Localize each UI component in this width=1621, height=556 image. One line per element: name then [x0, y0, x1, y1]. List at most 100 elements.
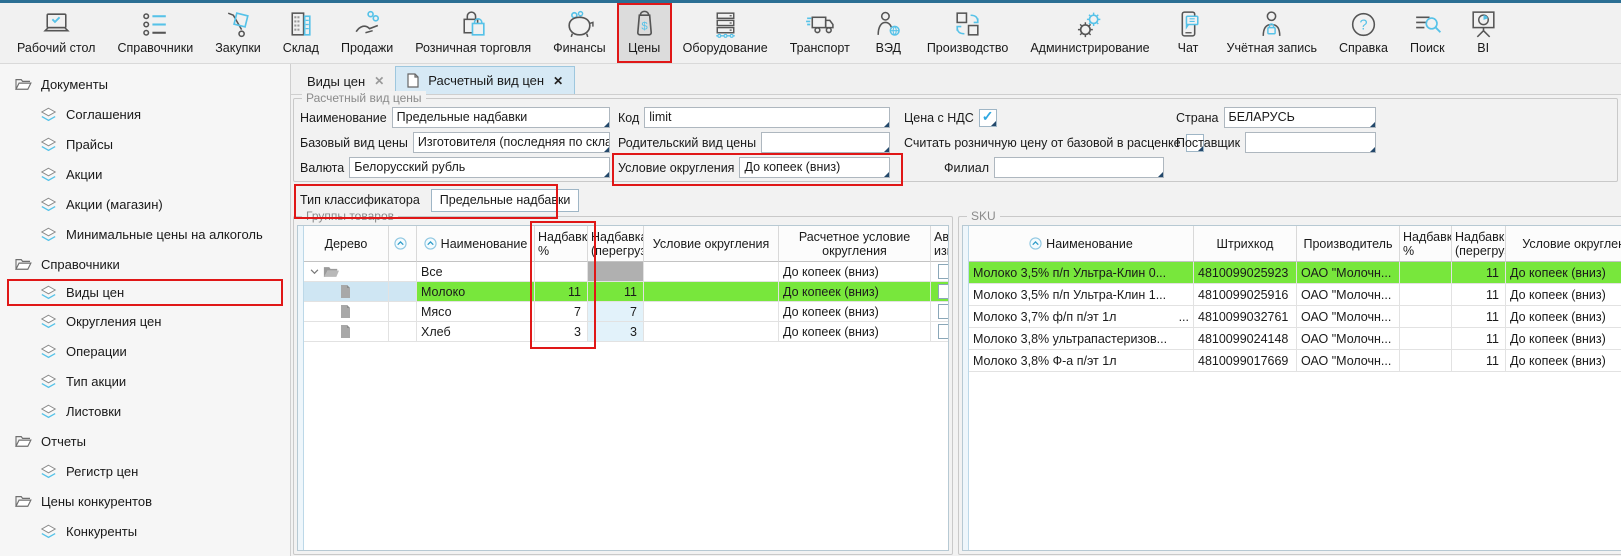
sidebar-item-3[interactable]: Акции: [0, 159, 290, 189]
auto-change-cell[interactable]: [931, 302, 948, 322]
tab-1[interactable]: Расчетный вид цен✕: [395, 66, 575, 94]
group-name-cell[interactable]: Молоко: [417, 282, 535, 302]
rounding-cell[interactable]: [644, 262, 779, 282]
rounding-input[interactable]: До копеек (вниз): [739, 157, 890, 178]
sku-markup-overload-cell[interactable]: 11: [1452, 350, 1506, 372]
toolbar-item-desktop[interactable]: Рабочий стол: [6, 3, 106, 63]
sku-barcode-cell[interactable]: 4810099017669: [1194, 350, 1297, 372]
sku-name-cell[interactable]: Молоко 3,8% ультрапастеризов...: [969, 328, 1194, 350]
sidebar-item-5[interactable]: Минимальные цены на алкоголь: [0, 219, 290, 249]
groups-column-header[interactable]: Условие округления: [644, 226, 779, 262]
sku-column-header[interactable]: Производитель: [1297, 226, 1400, 262]
auto-change-cell[interactable]: [931, 282, 948, 302]
toolbar-item-ved[interactable]: ВЭД: [861, 3, 916, 63]
tree-cell[interactable]: [304, 282, 389, 302]
classifier-value[interactable]: Предельные надбавки: [431, 189, 580, 212]
toolbar-item-account[interactable]: Учётная запись: [1216, 3, 1328, 63]
sidebar-item-6[interactable]: Справочники: [0, 249, 290, 279]
sku-markup-pct-cell[interactable]: [1400, 328, 1452, 350]
sku-markup-pct-cell[interactable]: [1400, 262, 1452, 284]
auto-change-cell[interactable]: [931, 322, 948, 342]
sku-column-header[interactable]: Наименование: [969, 226, 1194, 262]
toolbar-item-directories[interactable]: Справочники: [106, 3, 204, 63]
tree-cell[interactable]: [304, 322, 389, 342]
groups-column-header[interactable]: Надбавка %: [535, 226, 588, 262]
groups-column-header[interactable]: Авто изм: [931, 226, 948, 262]
supplier-input[interactable]: [1245, 132, 1376, 153]
markup-pct-cell[interactable]: [535, 262, 588, 282]
sku-markup-overload-cell[interactable]: 11: [1452, 284, 1506, 306]
close-icon[interactable]: ✕: [374, 74, 384, 88]
group-name-cell[interactable]: Хлеб: [417, 322, 535, 342]
toolbar-item-administration[interactable]: Администрирование: [1019, 3, 1160, 63]
code-input[interactable]: limit: [644, 107, 890, 128]
branch-input[interactable]: [994, 157, 1164, 178]
markup-overload-cell[interactable]: 11: [588, 282, 644, 302]
rounding-cell[interactable]: [644, 302, 779, 322]
toolbar-item-help[interactable]: ?Справка: [1328, 3, 1399, 63]
vat-checkbox[interactable]: [979, 109, 997, 127]
sidebar-item-13[interactable]: Регистр цен: [0, 456, 290, 486]
toolbar-item-retail[interactable]: Розничная торговля: [404, 3, 542, 63]
tree-cell[interactable]: [304, 262, 389, 282]
sku-producer-cell[interactable]: ОАО "Молочн...: [1297, 262, 1400, 284]
sidebar-item-8[interactable]: Округления цен: [0, 306, 290, 336]
auto-change-cell[interactable]: [931, 262, 948, 282]
close-icon[interactable]: ✕: [553, 74, 563, 88]
sidebar-item-7[interactable]: Виды цен: [7, 279, 283, 306]
sku-barcode-cell[interactable]: 4810099032761: [1194, 306, 1297, 328]
sidebar-item-9[interactable]: Операции: [0, 336, 290, 366]
sidebar-item-11[interactable]: Листовки: [0, 396, 290, 426]
rounding-cell[interactable]: [644, 322, 779, 342]
sku-column-header[interactable]: Надбавка, (перегруз: [1452, 226, 1506, 262]
groups-column-header[interactable]: Наименование: [417, 226, 535, 262]
sku-name-cell[interactable]: Молоко 3,8% Ф-а п/эт 1л: [969, 350, 1194, 372]
sku-producer-cell[interactable]: ОАО "Молочн...: [1297, 284, 1400, 306]
sidebar-item-0[interactable]: Документы: [0, 69, 290, 99]
toolbar-item-transport[interactable]: Транспорт: [779, 3, 861, 63]
sidebar-item-2[interactable]: Прайсы: [0, 129, 290, 159]
sku-markup-overload-cell[interactable]: 11: [1452, 262, 1506, 284]
group-name-cell[interactable]: Мясо: [417, 302, 535, 322]
sku-name-cell[interactable]: Молоко 3,5% п/п Ультра-Клин 1...: [969, 284, 1194, 306]
toolbar-item-search[interactable]: Поиск: [1399, 3, 1456, 63]
toolbar-item-production[interactable]: Производство: [916, 3, 1020, 63]
sku-producer-cell[interactable]: ОАО "Молочн...: [1297, 328, 1400, 350]
sku-rounding-cell[interactable]: До копеек (вниз): [1506, 328, 1621, 350]
calc-rounding-cell[interactable]: До копеек (вниз): [779, 262, 931, 282]
markup-pct-cell[interactable]: 3: [535, 322, 588, 342]
sku-markup-pct-cell[interactable]: [1400, 284, 1452, 306]
rounding-cell[interactable]: [644, 282, 779, 302]
toolbar-item-prices[interactable]: $Цены: [617, 3, 672, 63]
sidebar-item-1[interactable]: Соглашения: [0, 99, 290, 129]
sku-markup-pct-cell[interactable]: [1400, 306, 1452, 328]
toolbar-item-chat[interactable]: Чат: [1161, 3, 1216, 63]
auto-change-checkbox[interactable]: [938, 284, 948, 299]
calc-rounding-cell[interactable]: До копеек (вниз): [779, 302, 931, 322]
sku-barcode-cell[interactable]: 4810099024148: [1194, 328, 1297, 350]
markup-pct-cell[interactable]: 7: [535, 302, 588, 322]
sku-barcode-cell[interactable]: 4810099025916: [1194, 284, 1297, 306]
sku-producer-cell[interactable]: ОАО "Молочн...: [1297, 350, 1400, 372]
sku-rounding-cell[interactable]: До копеек (вниз): [1506, 284, 1621, 306]
markup-pct-cell[interactable]: 11: [535, 282, 588, 302]
markup-overload-cell[interactable]: [588, 262, 644, 282]
sku-markup-overload-cell[interactable]: 11: [1452, 306, 1506, 328]
sku-markup-pct-cell[interactable]: [1400, 350, 1452, 372]
sku-column-header[interactable]: Условие округления: [1506, 226, 1621, 262]
toolbar-item-sales[interactable]: Продажи: [330, 3, 404, 63]
groups-column-header[interactable]: Надбавка (перегруз: [588, 226, 644, 262]
markup-overload-cell[interactable]: 3: [588, 322, 644, 342]
groups-column-header[interactable]: Расчетное условие округления: [779, 226, 931, 262]
groups-column-header[interactable]: [389, 226, 417, 262]
name-input[interactable]: Предельные надбавки: [392, 107, 610, 128]
toolbar-item-warehouse[interactable]: Склад: [272, 3, 330, 63]
base-price-type-input[interactable]: Изготовителя (последняя по складу): [413, 132, 610, 153]
calc-rounding-cell[interactable]: До копеек (вниз): [779, 282, 931, 302]
currency-input[interactable]: Белорусский рубль: [349, 157, 610, 178]
sku-rounding-cell[interactable]: До копеек (вниз): [1506, 262, 1621, 284]
sku-column-header[interactable]: Штрихкод: [1194, 226, 1297, 262]
tree-cell[interactable]: [304, 302, 389, 322]
country-input[interactable]: БЕЛАРУСЬ: [1224, 107, 1376, 128]
sidebar-item-12[interactable]: Отчеты: [0, 426, 290, 456]
